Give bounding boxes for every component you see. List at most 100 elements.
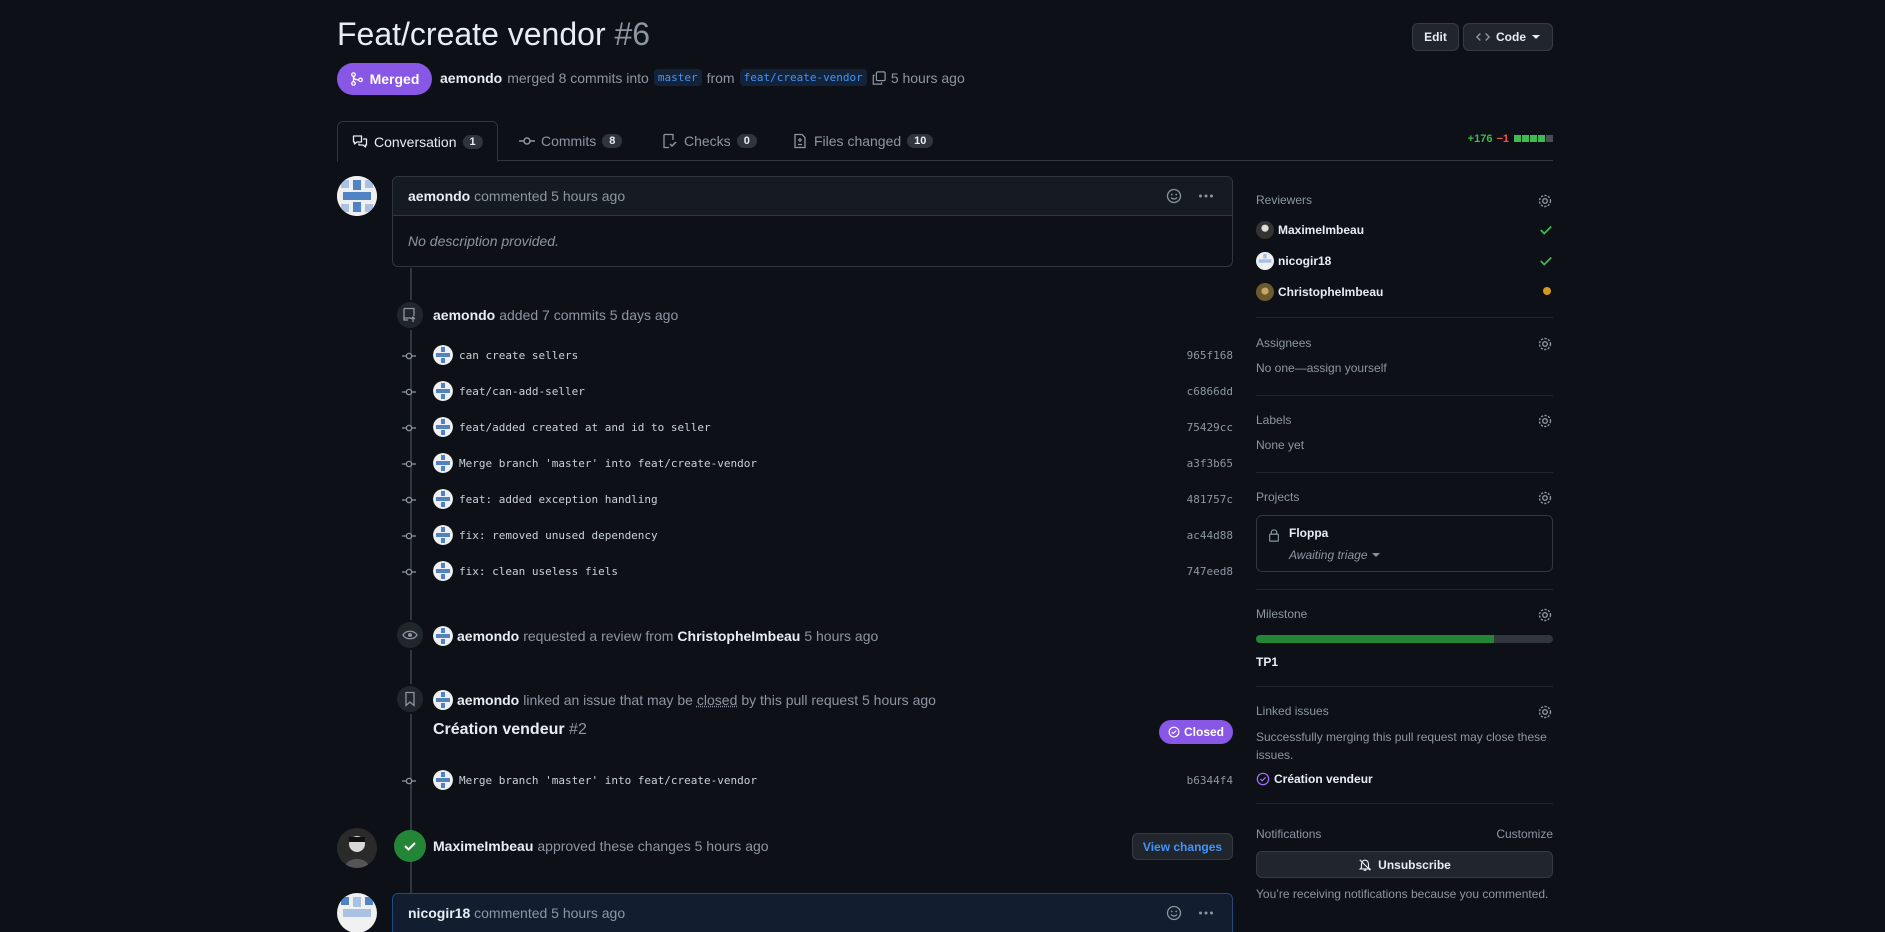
avatar[interactable] xyxy=(337,828,377,868)
linked-issue-title[interactable]: Création vendeur #2 xyxy=(433,721,587,739)
smiley-icon[interactable] xyxy=(1166,905,1182,921)
event-author[interactable]: aemondo xyxy=(457,628,519,644)
commit-message[interactable]: can create sellers xyxy=(459,349,578,362)
avatar[interactable] xyxy=(433,381,453,401)
comment-meta[interactable]: commented 5 hours ago xyxy=(474,905,625,921)
author-link[interactable]: aemondo xyxy=(440,70,502,86)
tab-commits[interactable]: Commits 8 xyxy=(505,121,636,161)
avatar[interactable] xyxy=(433,489,453,509)
diff-blocks xyxy=(1513,133,1553,145)
copy-icon[interactable] xyxy=(872,71,886,85)
avatar[interactable] xyxy=(1256,221,1274,239)
reviewer-name[interactable]: ChristopheImbeau xyxy=(1278,285,1383,299)
avatar[interactable] xyxy=(433,561,453,581)
avatar[interactable] xyxy=(1256,252,1274,270)
from-text: from xyxy=(707,70,735,86)
view-changes-button[interactable]: View changes xyxy=(1132,833,1233,860)
commit-message[interactable]: fix: removed unused dependency xyxy=(459,529,658,542)
commit-message[interactable]: Merge branch 'master' into feat/create-v… xyxy=(459,457,757,470)
commit-message[interactable]: fix: clean useless fiels xyxy=(459,565,618,578)
edit-button[interactable]: Edit xyxy=(1412,23,1459,51)
smiley-icon[interactable] xyxy=(1166,188,1182,204)
project-card[interactable]: Floppa Awaiting triage xyxy=(1256,515,1553,572)
comment-discussion-icon xyxy=(352,134,368,150)
milestone-name[interactable]: TP1 xyxy=(1256,655,1278,669)
event-author[interactable]: aemondo xyxy=(433,307,495,323)
project-status-dropdown[interactable]: Awaiting triage xyxy=(1289,548,1380,562)
commit-sha[interactable]: 965f168 xyxy=(1187,349,1233,362)
base-branch[interactable]: master xyxy=(654,69,702,86)
approved-event-icon xyxy=(394,830,426,862)
avatar[interactable] xyxy=(337,893,377,932)
avatar[interactable] xyxy=(433,626,453,646)
avatar[interactable] xyxy=(433,417,453,437)
commit-sha[interactable]: 481757c xyxy=(1187,493,1233,506)
gear-icon[interactable] xyxy=(1537,193,1553,209)
edit-label: Edit xyxy=(1424,30,1447,44)
commit-sha[interactable]: a3f3b65 xyxy=(1187,457,1233,470)
tab-label: Commits xyxy=(541,133,596,149)
commit-message[interactable]: Merge branch 'master' into feat/create-v… xyxy=(459,774,757,787)
linked-issue-title[interactable]: Création vendeur xyxy=(1274,772,1373,786)
reviewer-item[interactable]: MaximeImbeau xyxy=(1256,220,1553,240)
commit-sha[interactable]: b6344f4 xyxy=(1187,774,1233,787)
reviewer-name[interactable]: MaximeImbeau xyxy=(1278,223,1364,237)
issue-title[interactable]: Création vendeur xyxy=(433,721,565,738)
gear-icon[interactable] xyxy=(1537,704,1553,720)
tab-conversation[interactable]: Conversation 1 xyxy=(337,121,498,162)
kebab-horizontal-icon[interactable] xyxy=(1198,188,1214,204)
gear-icon[interactable] xyxy=(1537,336,1553,352)
avatar[interactable] xyxy=(433,690,453,710)
reviewer-item[interactable]: nicogir18 xyxy=(1256,251,1553,271)
commit-sha[interactable]: c6866dd xyxy=(1187,385,1233,398)
pr-title-text: Feat/create vendor xyxy=(337,16,606,52)
commit-sha[interactable]: ac44d88 xyxy=(1187,529,1233,542)
labels-value: None yet xyxy=(1256,438,1553,452)
commit-icon xyxy=(402,565,416,579)
avatar[interactable] xyxy=(433,525,453,545)
reviewer-item[interactable]: ChristopheImbeau xyxy=(1256,282,1553,302)
event-target[interactable]: ChristopheImbeau xyxy=(677,628,800,644)
customize-link[interactable]: Customize xyxy=(1496,827,1553,841)
comment-author[interactable]: aemondo xyxy=(408,188,470,204)
unsubscribe-button[interactable]: Unsubscribe xyxy=(1256,851,1553,878)
code-button[interactable]: Code xyxy=(1463,23,1553,51)
comment-meta[interactable]: commented 5 hours ago xyxy=(474,188,625,204)
commit-icon xyxy=(519,133,535,149)
closed-keyword[interactable]: closed xyxy=(697,692,737,708)
avatar[interactable] xyxy=(433,770,453,790)
tab-checks[interactable]: Checks 0 xyxy=(648,121,771,161)
gear-icon[interactable] xyxy=(1537,413,1553,429)
head-branch[interactable]: feat/create-vendor xyxy=(740,69,867,86)
avatar[interactable] xyxy=(337,176,377,216)
project-name[interactable]: Floppa xyxy=(1289,526,1328,540)
linked-issues-help: Successfully merging this pull request m… xyxy=(1256,728,1553,764)
linked-issue-event: aemondo linked an issue that may be clos… xyxy=(433,690,936,710)
avatar[interactable] xyxy=(433,453,453,473)
commit-message[interactable]: feat/can-add-seller xyxy=(459,385,585,398)
push-event-icon xyxy=(395,300,425,330)
reviewer-name[interactable]: nicogir18 xyxy=(1278,254,1331,268)
assign-yourself-link[interactable]: No one—assign yourself xyxy=(1256,361,1553,375)
event-text-after: by this pull request 5 hours ago xyxy=(741,692,936,708)
commit-sha[interactable]: 747eed8 xyxy=(1187,565,1233,578)
event-time[interactable]: 5 hours ago xyxy=(804,628,878,644)
gear-icon[interactable] xyxy=(1537,490,1553,506)
commit-icon xyxy=(402,774,416,788)
pr-number: #6 xyxy=(614,16,650,52)
comment-author[interactable]: nicogir18 xyxy=(408,905,470,921)
gear-icon[interactable] xyxy=(1537,607,1553,623)
event-author[interactable]: MaximeImbeau xyxy=(433,838,533,854)
commit-message[interactable]: feat: added exception handling xyxy=(459,493,658,506)
kebab-horizontal-icon[interactable] xyxy=(1198,905,1214,921)
tab-files-changed[interactable]: Files changed 10 xyxy=(778,121,947,161)
comment-header: aemondo commented 5 hours ago xyxy=(393,177,1232,216)
avatar[interactable] xyxy=(433,345,453,365)
commit-sha[interactable]: 75429cc xyxy=(1187,421,1233,434)
pending-dot-icon xyxy=(1541,285,1553,297)
event-author[interactable]: aemondo xyxy=(457,692,519,708)
event-text: requested a review from xyxy=(523,628,673,644)
commit-message[interactable]: feat/added created at and id to seller xyxy=(459,421,711,434)
avatar[interactable] xyxy=(1256,283,1274,301)
linked-issue-item[interactable]: Création vendeur xyxy=(1256,772,1553,786)
